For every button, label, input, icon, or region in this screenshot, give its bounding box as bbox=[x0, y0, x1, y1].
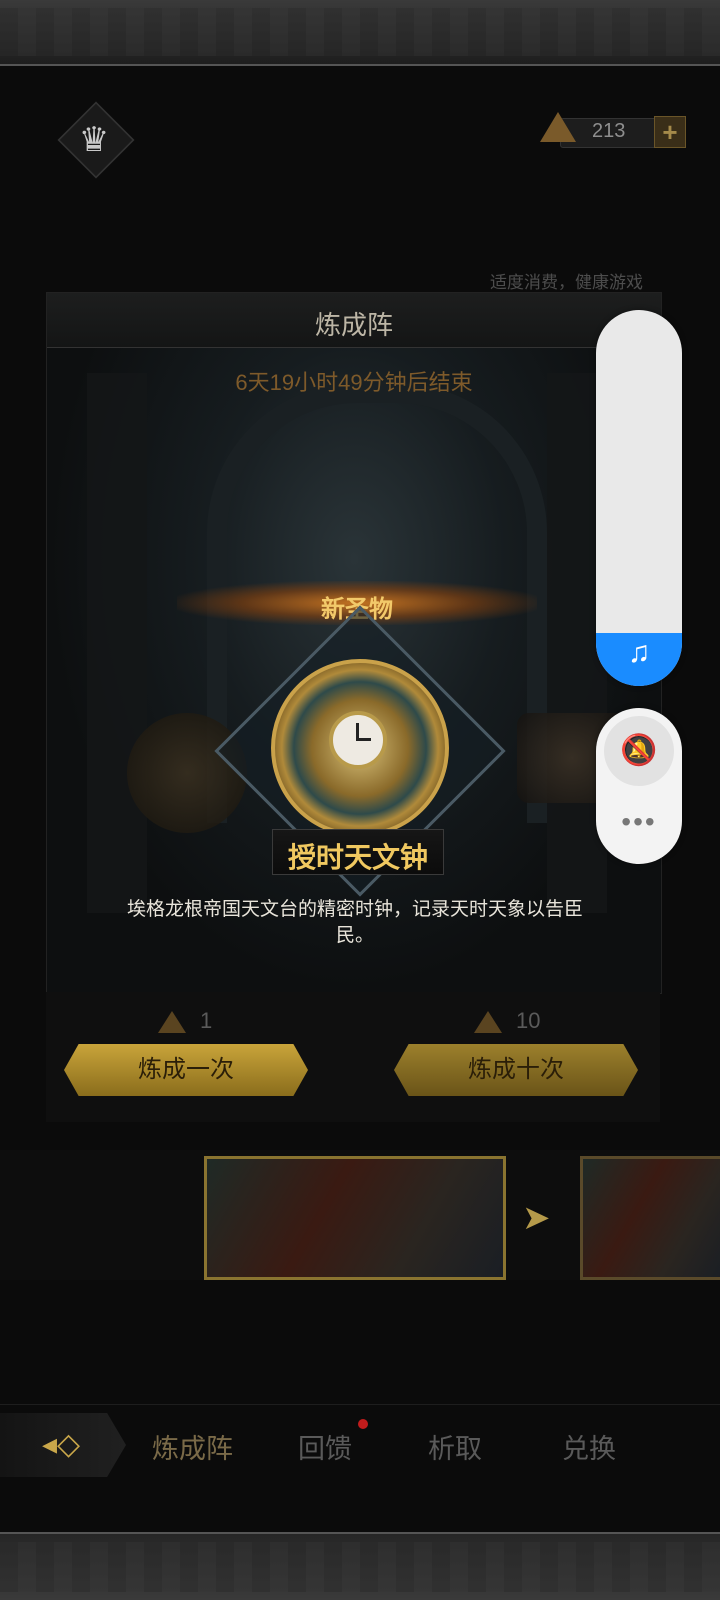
relic-name-plate: 授时天文钟 bbox=[272, 829, 444, 875]
volume-slider[interactable]: ♫ bbox=[596, 310, 682, 686]
notification-dot bbox=[358, 1419, 368, 1429]
panel-title-bar: 炼成阵 bbox=[47, 293, 661, 348]
healthy-gaming-notice: 适度消费，健康游戏 bbox=[490, 273, 643, 292]
treasure-left bbox=[127, 713, 247, 833]
carousel-next-arrow-icon[interactable]: ➤ bbox=[522, 1198, 551, 1238]
ten-draw-cost: 10 bbox=[474, 1008, 540, 1038]
add-currency-button[interactable]: + bbox=[654, 116, 686, 148]
gem-icon bbox=[474, 1011, 502, 1034]
currency-display: 213 + bbox=[540, 112, 686, 152]
tab-summoning-array[interactable]: 炼成阵 bbox=[152, 1427, 233, 1466]
banner-carousel: ➤ bbox=[0, 1150, 720, 1280]
background-pillar-left bbox=[87, 373, 147, 913]
draw-area: 1 10 炼成一次 炼成十次 bbox=[46, 992, 660, 1122]
sound-mode-panel: 🔕 ••• bbox=[596, 708, 682, 864]
draw-ten-button[interactable]: 炼成十次 bbox=[394, 1044, 638, 1096]
summoning-panel: 炼成阵 6天19小时49分钟后结束 新圣物 授时天文钟 埃格龙根帝国天文台的精密… bbox=[46, 292, 662, 994]
clock-face bbox=[329, 711, 387, 769]
music-note-icon: ♫ bbox=[627, 636, 651, 669]
event-timer: 6天19小时49分钟后结束 bbox=[235, 370, 473, 395]
bottom-frame-border bbox=[0, 1532, 720, 1600]
currency-amount: 213 bbox=[592, 120, 626, 142]
back-button[interactable]: ◂◇ bbox=[0, 1413, 126, 1477]
more-options-button[interactable]: ••• bbox=[596, 806, 682, 838]
bell-off-icon[interactable]: 🔕 bbox=[604, 716, 674, 786]
gem-icon bbox=[158, 1011, 186, 1034]
relic-name: 授时天文钟 bbox=[287, 842, 428, 873]
panel-title: 炼成阵 bbox=[314, 310, 393, 340]
ten-draw-cost-value: 10 bbox=[516, 1008, 541, 1033]
back-arrow-icon: ◂◇ bbox=[42, 1428, 81, 1461]
relic-description: 埃格龙根帝国天文台的精密时钟，记录天时天象以告臣民。 bbox=[126, 899, 583, 946]
single-draw-cost-value: 1 bbox=[200, 1008, 213, 1033]
crown-icon[interactable]: ♛ bbox=[68, 120, 120, 160]
draw-once-button[interactable]: 炼成一次 bbox=[64, 1044, 308, 1096]
tab-exchange[interactable]: 兑换 bbox=[562, 1427, 616, 1466]
carousel-slide-next[interactable] bbox=[580, 1156, 720, 1280]
bottom-navigation: ◂◇ 炼成阵 回馈 析取 兑换 bbox=[0, 1404, 720, 1485]
top-frame-border bbox=[0, 0, 720, 66]
single-draw-cost: 1 bbox=[158, 1008, 212, 1038]
tab-rewards[interactable]: 回馈 bbox=[298, 1427, 352, 1466]
gem-icon bbox=[540, 112, 576, 142]
carousel-slide-current[interactable] bbox=[204, 1156, 506, 1280]
tab-extract[interactable]: 析取 bbox=[428, 1427, 482, 1466]
